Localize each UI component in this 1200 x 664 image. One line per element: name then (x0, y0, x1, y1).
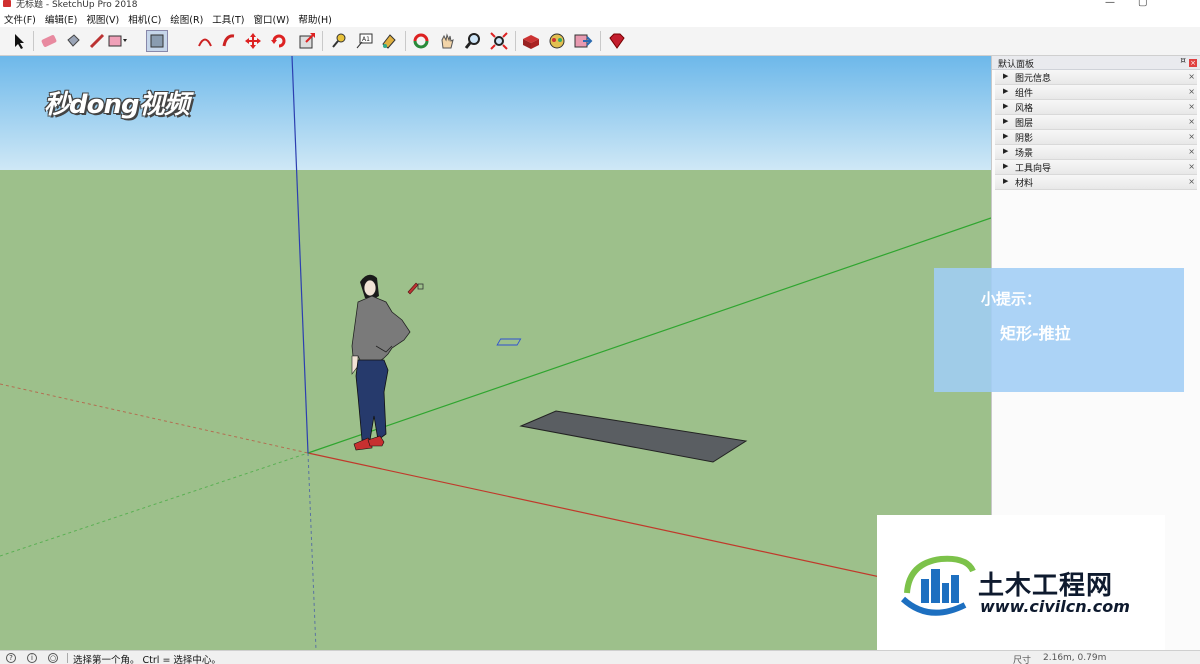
toolbar-separator (600, 31, 601, 51)
extension-warehouse-icon[interactable] (546, 30, 568, 52)
toolbar-separator (405, 31, 406, 51)
measurements-field[interactable]: 2.16m, 0.79m (1043, 653, 1106, 663)
move-icon[interactable] (242, 30, 264, 52)
title-bar: 无标题 - SketchUp Pro 2018 — ▢ (0, 0, 1200, 10)
tip-title: 小提示： (981, 290, 1042, 308)
close-icon[interactable]: × (1188, 117, 1195, 126)
tape-measure-icon[interactable] (328, 30, 350, 52)
user-icon[interactable]: ○ (48, 653, 58, 663)
expand-arrow-icon: ▶ (1003, 162, 1009, 170)
watermark-logo: 秒dong视频 (44, 90, 190, 120)
zoom-extents-icon[interactable] (488, 30, 510, 52)
offset-icon[interactable] (218, 30, 240, 52)
tray-components[interactable]: ▶ 组件 × (995, 85, 1197, 100)
tray-shadows[interactable]: ▶ 阴影 × (995, 130, 1197, 145)
status-separator (67, 653, 68, 663)
tray-label: 工具向导 (1015, 164, 1052, 174)
tray-label: 组件 (1015, 89, 1034, 99)
scene-canvas[interactable] (0, 56, 991, 650)
expand-arrow-icon: ▶ (1003, 87, 1009, 95)
push-pull-icon[interactable] (146, 30, 168, 52)
toolbar-separator (322, 31, 323, 51)
tray-label: 风格 (1015, 104, 1034, 114)
tip-text: 矩形-推拉 (1000, 324, 1071, 343)
menu-tools[interactable]: 工具(T) (212, 12, 244, 26)
window-title: 无标题 - SketchUp Pro 2018 (16, 0, 138, 10)
status-bar: ? i ○ 选择第一个角。 Ctrl = 选择中心。 尺寸 2.16m, 0.7… (0, 650, 1200, 664)
scale-icon[interactable] (296, 30, 318, 52)
menu-bar: 文件(F) 编辑(E) 视图(V) 相机(C) 绘图(R) 工具(T) 窗口(W… (0, 10, 1200, 27)
close-icon[interactable]: × (1188, 102, 1195, 111)
paint-bucket-icon[interactable] (62, 30, 84, 52)
select-icon[interactable] (8, 30, 30, 52)
menu-window[interactable]: 窗口(W) (254, 12, 290, 26)
tray-entity-info[interactable]: ▶ 图元信息 × (995, 70, 1197, 85)
expand-arrow-icon: ▶ (1003, 132, 1009, 140)
expand-arrow-icon: ▶ (1003, 102, 1009, 110)
send-to-layout-icon[interactable] (572, 30, 594, 52)
close-icon[interactable]: × (1188, 87, 1195, 96)
close-icon[interactable]: × (1188, 147, 1195, 156)
drawing-viewport[interactable]: 秒dong视频 (0, 56, 991, 650)
tray-layers[interactable]: ▶ 图层 × (995, 115, 1197, 130)
close-icon[interactable]: × (1188, 132, 1195, 141)
tray-materials[interactable]: ▶ 材料 × (995, 175, 1197, 190)
close-icon[interactable]: × (1188, 162, 1195, 171)
ground (0, 170, 991, 650)
tray-label: 阴影 (1015, 134, 1034, 144)
eraser-icon[interactable] (38, 30, 60, 52)
expand-arrow-icon: ▶ (1003, 147, 1009, 155)
pan-icon[interactable] (436, 30, 458, 52)
toolbar-separator (515, 31, 516, 51)
logo-url: www.civilcn.com (980, 597, 1130, 616)
tip-overlay: 小提示： 矩形-推拉 (934, 268, 1184, 392)
civilcn-logo-overlay: 土木工程网 www.civilcn.com (877, 515, 1165, 660)
toolbar: A1 (0, 27, 1200, 56)
ruby-icon[interactable] (606, 30, 628, 52)
tray-label: 图元信息 (1015, 74, 1052, 84)
menu-file[interactable]: 文件(F) (4, 12, 36, 26)
arc-icon[interactable] (194, 30, 216, 52)
close-icon[interactable]: × (1188, 72, 1195, 81)
menu-edit[interactable]: 编辑(E) (45, 12, 77, 26)
rectangle-icon[interactable] (106, 30, 128, 52)
close-icon[interactable]: × (1189, 59, 1197, 67)
tray-label: 图层 (1015, 119, 1034, 129)
tray-instructor[interactable]: ▶ 工具向导 × (995, 160, 1197, 175)
paint-icon[interactable] (378, 30, 400, 52)
menu-camera[interactable]: 相机(C) (128, 12, 161, 26)
tray-scenes[interactable]: ▶ 场景 × (995, 145, 1197, 160)
measurements-label: 尺寸 (1013, 656, 1032, 664)
line-icon[interactable] (86, 30, 108, 52)
close-icon[interactable]: × (1188, 177, 1195, 186)
maximize-icon[interactable]: ▢ (1138, 0, 1147, 8)
tray-styles[interactable]: ▶ 风格 × (995, 100, 1197, 115)
menu-view[interactable]: 视图(V) (86, 12, 119, 26)
pin-icon[interactable]: ¤ (1180, 56, 1186, 66)
info-icon[interactable]: i (27, 653, 37, 663)
geo-location-icon[interactable]: ? (6, 653, 16, 663)
text-icon[interactable]: A1 (353, 30, 375, 52)
tray-label: 材料 (1015, 179, 1034, 189)
toolbar-separator (33, 31, 34, 51)
3d-warehouse-icon[interactable] (520, 30, 542, 52)
minimize-icon[interactable]: — (1105, 0, 1115, 8)
menu-help[interactable]: 帮助(H) (298, 12, 332, 26)
menu-draw[interactable]: 绘图(R) (170, 12, 203, 26)
status-message: 选择第一个角。 Ctrl = 选择中心。 (73, 655, 221, 664)
panel-header: 默认面板 ¤ × (992, 56, 1200, 70)
sketchup-app-icon (3, 0, 11, 7)
svg-text:A1: A1 (362, 36, 370, 43)
expand-arrow-icon: ▶ (1003, 177, 1009, 185)
rotate-icon[interactable] (268, 30, 290, 52)
expand-arrow-icon: ▶ (1003, 117, 1009, 125)
tray-label: 场景 (1015, 149, 1034, 159)
expand-arrow-icon: ▶ (1003, 72, 1009, 80)
orbit-icon[interactable] (410, 30, 432, 52)
zoom-icon[interactable] (462, 30, 484, 52)
building-logo-icon (900, 555, 976, 616)
panel-title: 默认面板 (998, 60, 1035, 70)
